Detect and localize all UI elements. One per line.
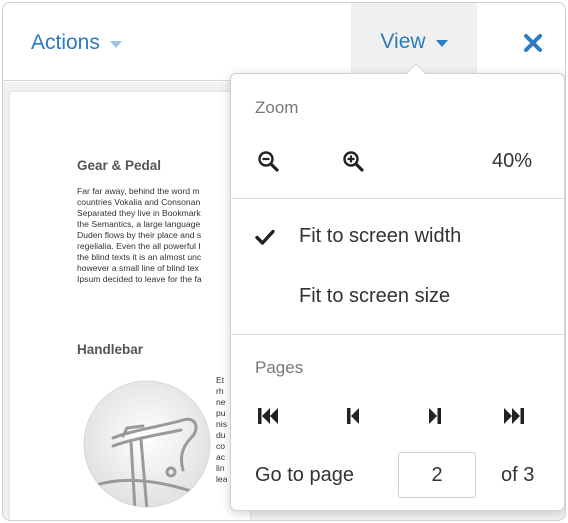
text-line: nis [216,419,227,429]
page-number-input[interactable] [398,452,476,498]
previous-page-icon[interactable] [342,405,366,427]
document-page: Gear & Pedal Far far away, behind the wo… [10,92,250,520]
first-page-icon[interactable] [256,405,280,427]
text-line: rh [216,386,224,396]
text-line: the Semantics, a large language [77,219,201,229]
handlebar-image [83,380,211,508]
text-line: Et [216,375,225,385]
pages-section-label: Pages [255,358,304,377]
total-pages-label: of 3 [501,464,535,486]
checkmark-icon [255,229,275,245]
text-line: lea [216,474,228,484]
text-line: the blind texts it is an almost unc [77,252,202,262]
text-line: ne [216,397,226,407]
text-line: du [216,430,226,440]
fit-to-screen-width-option[interactable]: Fit to screen width [231,210,564,262]
text-line: Far far away, behind the word m [77,186,200,196]
fit-size-label: Fit to screen size [299,285,451,307]
chevron-down-icon [109,40,122,48]
close-icon[interactable] [523,33,543,53]
menu-divider [231,334,564,335]
section-title: Handlebar [77,342,144,357]
text-line: ac [216,452,226,462]
last-page-icon[interactable] [502,405,526,427]
section-title: Gear & Pedal [77,158,162,173]
zoom-in-icon[interactable] [342,150,364,172]
paragraph: Far far away, behind the word m countrie… [77,186,250,285]
fit-width-label: Fit to screen width [299,225,462,247]
zoom-section-label: Zoom [255,98,299,117]
actions-label: Actions [31,31,100,54]
text-line: however a small line of blind tex [77,263,199,273]
chevron-down-icon [435,39,448,47]
text-line: Separated they live in Bookmark [77,208,201,218]
text-line: countries Vokalia and Consonan [77,197,201,207]
text-line: Duden flows by their place and s [77,230,202,240]
actions-menu-button[interactable]: Actions [31,31,122,55]
view-label: View [380,30,426,53]
text-line: Ipsum decided to leave for the fa [77,274,202,284]
next-page-icon[interactable] [422,405,446,427]
text-line: pu [216,408,226,418]
zoom-out-icon[interactable] [257,150,279,172]
menu-divider [231,198,564,199]
go-to-page-label: Go to page [255,464,354,486]
text-line: regelialia. Even the all powerful I [77,241,201,251]
zoom-level-value: 40% [491,150,532,172]
toolbar: Actions View [3,3,565,81]
view-dropdown-menu: Zoom 40% Fit to screen width Fit to scre… [230,63,565,511]
fit-to-screen-size-option[interactable]: Fit to screen size [231,270,564,322]
document-viewer: Actions View Gear & Pedal Far far away, … [2,2,566,521]
paragraph: Et rh ne pu nis du co ac lin lea [216,375,227,485]
text-line: co [216,441,226,451]
text-line: lin [216,463,225,473]
